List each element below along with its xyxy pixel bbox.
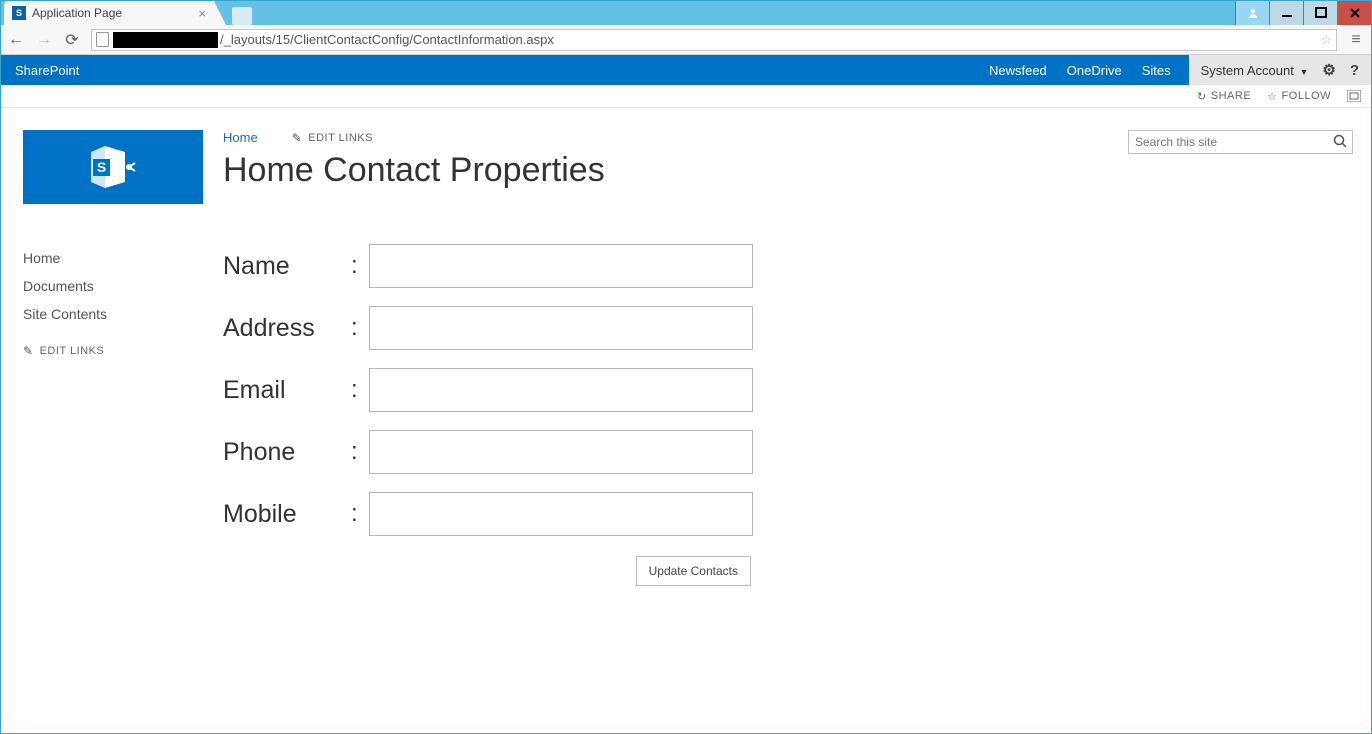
back-icon[interactable]: ← xyxy=(7,31,25,49)
topnav-edit-links[interactable]: ✎ EDIT LINKS xyxy=(292,131,373,145)
follow-label: FOLLOW xyxy=(1282,90,1331,102)
page-icon xyxy=(96,32,109,47)
site-search xyxy=(1128,130,1353,154)
topnav-edit-links-label: EDIT LINKS xyxy=(308,132,373,144)
address-bar[interactable]: /_layouts/15/ClientContactConfig/Contact… xyxy=(91,29,1337,51)
window-minimize-button[interactable] xyxy=(1269,1,1303,25)
browser-toolbar: ← → ⟳ /_layouts/15/ClientContactConfig/C… xyxy=(1,25,1371,55)
nav-item-documents[interactable]: Documents xyxy=(23,272,211,300)
suite-brand[interactable]: SharePoint xyxy=(15,63,79,78)
nav-item-site-contents[interactable]: Site Contents xyxy=(23,300,211,328)
share-icon: ↻ xyxy=(1197,90,1207,103)
input-email[interactable] xyxy=(369,368,753,412)
label-phone: Phone xyxy=(223,438,351,467)
input-address[interactable] xyxy=(369,306,753,350)
pencil-icon: ✎ xyxy=(23,344,34,358)
breadcrumb-home[interactable]: Home xyxy=(223,130,258,145)
suite-link-onedrive[interactable]: OneDrive xyxy=(1067,63,1122,78)
window-titlebar: S Application Page × xyxy=(1,1,1371,25)
new-tab-button[interactable] xyxy=(232,7,252,25)
url-path: /_layouts/15/ClientContactConfig/Contact… xyxy=(220,32,554,47)
browser-user-icon[interactable] xyxy=(1235,1,1269,25)
nav-edit-links[interactable]: ✎ EDIT LINKS xyxy=(23,344,211,358)
form-row-address: Address : xyxy=(223,306,1353,350)
share-button[interactable]: ↻ SHARE xyxy=(1197,90,1251,103)
page-title: Home Contact Properties xyxy=(223,151,1353,190)
label-mobile: Mobile xyxy=(223,500,351,529)
nav-edit-links-label: EDIT LINKS xyxy=(40,345,105,357)
left-column: S Home Documents Site Contents ✎ EDIT LI… xyxy=(1,108,211,733)
form-row-phone: Phone : xyxy=(223,430,1353,474)
browser-menu-icon[interactable]: ≡ xyxy=(1347,31,1365,49)
label-email: Email xyxy=(223,376,351,405)
svg-text:S: S xyxy=(97,159,106,175)
reload-icon[interactable]: ⟳ xyxy=(63,30,81,50)
window-close-button[interactable] xyxy=(1337,1,1371,25)
input-mobile[interactable] xyxy=(369,492,753,536)
suite-right-panel: System Account ▼ ⚙ ? xyxy=(1189,55,1371,85)
account-label: System Account xyxy=(1201,63,1294,78)
url-redacted-host xyxy=(113,32,218,48)
suite-bar: SharePoint Newsfeed OneDrive Sites Syste… xyxy=(1,55,1371,85)
window-buttons xyxy=(1235,1,1371,25)
quick-launch: Home Documents Site Contents ✎ EDIT LINK… xyxy=(23,244,211,358)
forward-icon[interactable]: → xyxy=(35,31,53,49)
search-icon[interactable] xyxy=(1333,134,1347,153)
share-label: SHARE xyxy=(1211,90,1251,102)
star-icon: ☆ xyxy=(1267,90,1277,103)
suite-link-sites[interactable]: Sites xyxy=(1142,63,1171,78)
bookmark-star-icon[interactable]: ☆ xyxy=(1320,32,1332,48)
pencil-icon: ✎ xyxy=(292,131,303,145)
contact-form: Name : Address : Email : Phone : xyxy=(223,244,1353,586)
browser-tab[interactable]: S Application Page × xyxy=(4,1,214,25)
input-name[interactable] xyxy=(369,244,753,288)
form-row-email: Email : xyxy=(223,368,1353,412)
tab-title: Application Page xyxy=(32,6,122,20)
label-name: Name xyxy=(223,252,351,281)
promoted-actions-bar: ↻ SHARE ☆ FOLLOW xyxy=(1,85,1371,108)
nav-item-home[interactable]: Home xyxy=(23,244,211,272)
input-phone[interactable] xyxy=(369,430,753,474)
suite-link-newsfeed[interactable]: Newsfeed xyxy=(989,63,1047,78)
follow-button[interactable]: ☆ FOLLOW xyxy=(1267,90,1331,103)
help-icon[interactable]: ? xyxy=(1350,62,1359,79)
form-row-name: Name : xyxy=(223,244,1353,288)
label-address: Address xyxy=(223,314,351,343)
chevron-down-icon: ▼ xyxy=(1299,67,1308,77)
focus-content-icon[interactable] xyxy=(1347,90,1361,102)
search-input[interactable] xyxy=(1128,130,1353,154)
window-maximize-button[interactable] xyxy=(1303,1,1337,25)
tab-close-icon[interactable]: × xyxy=(198,6,206,21)
account-menu[interactable]: System Account ▼ xyxy=(1201,63,1309,78)
site-logo[interactable]: S xyxy=(23,130,203,204)
sharepoint-favicon: S xyxy=(12,6,26,20)
gear-icon[interactable]: ⚙ xyxy=(1322,61,1335,79)
update-contacts-button[interactable]: Update Contacts xyxy=(636,556,751,586)
form-row-mobile: Mobile : xyxy=(223,492,1353,536)
main-content: Home ✎ EDIT LINKS Home Contact Propertie… xyxy=(211,108,1371,733)
